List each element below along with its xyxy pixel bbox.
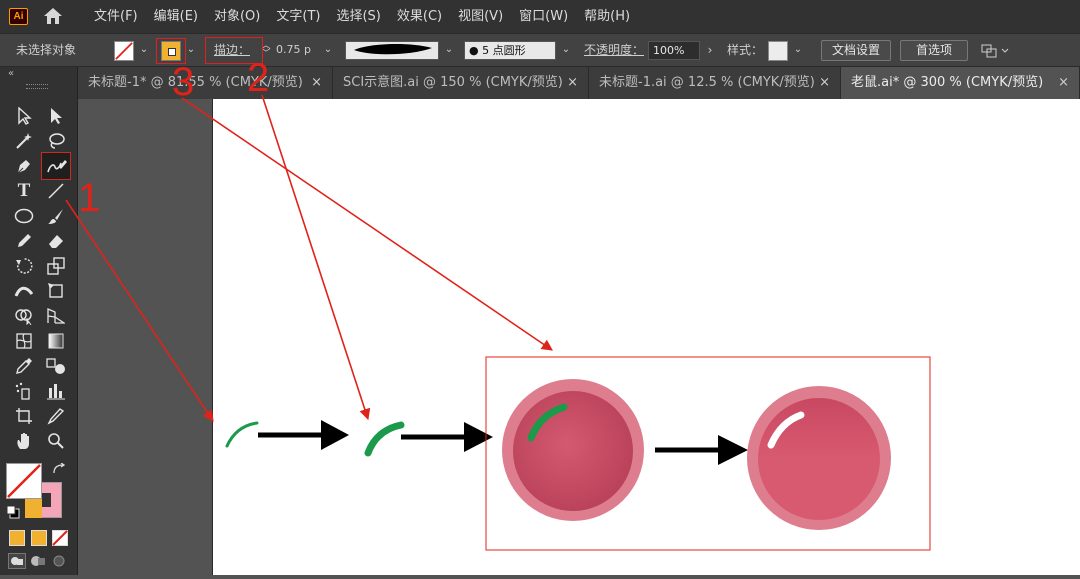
draw-behind-icon[interactable]	[29, 553, 47, 569]
graphic-style-swatch[interactable]	[768, 41, 788, 61]
fill-swatch[interactable]	[114, 41, 134, 61]
close-icon[interactable]: ×	[311, 67, 322, 99]
preferences-button[interactable]: 首选项	[900, 40, 968, 61]
control-bar: 未选择对象 ⌄ ⌄ 描边： ︿ ﹀ 0.75 p ⌄ ⌄ ● 5 点圆形 ⌄ 不透…	[0, 33, 1080, 67]
illustration	[225, 356, 931, 551]
color-mode-button[interactable]	[9, 530, 25, 546]
draw-inside-icon[interactable]	[50, 553, 68, 569]
column-graph-tool-icon[interactable]	[44, 380, 68, 402]
annotation-number-3: 3	[172, 60, 195, 104]
tab-label: 未标题-1* @ 81.55 % (CMYK/预览)	[88, 75, 303, 90]
tab-label: 未标题-1.ai @ 12.5 % (CMYK/预览)	[599, 75, 815, 90]
menu-type[interactable]: 文字(T)	[268, 0, 328, 33]
close-icon[interactable]: ×	[567, 67, 578, 99]
width-tool-icon[interactable]	[12, 280, 36, 302]
tab-untitled-1-modified[interactable]: 未标题-1* @ 81.55 % (CMYK/预览) ×	[78, 67, 333, 99]
tab-untitled-1-ai[interactable]: 未标题-1.ai @ 12.5 % (CMYK/预览) ×	[589, 67, 841, 99]
tab-mouse-ai[interactable]: 老鼠.ai* @ 300 % (CMYK/预览) ×	[841, 67, 1080, 99]
eyedropper-tool-icon[interactable]	[12, 355, 36, 377]
lasso-tool-icon[interactable]	[44, 130, 68, 152]
thin-green-stroke	[225, 421, 259, 448]
symbol-sprayer-tool-icon[interactable]	[12, 380, 36, 402]
brush-chevron-icon[interactable]: ⌄	[560, 42, 572, 58]
rotate-tool-icon[interactable]	[12, 255, 36, 277]
tab-label: SCI示意图.ai @ 150 % (CMYK/预览)	[343, 75, 563, 90]
close-icon[interactable]: ×	[1058, 67, 1069, 99]
scale-tool-icon[interactable]	[44, 255, 68, 277]
menu-bar: Ai 文件(F) 编辑(E) 对象(O) 文字(T) 选择(S) 效果(C) 视…	[0, 0, 1080, 33]
collapse-panel-icon[interactable]: «	[8, 68, 14, 79]
document-setup-button[interactable]: 文档设置	[821, 40, 891, 61]
pen-tool-icon[interactable]	[12, 155, 36, 177]
menu-view[interactable]: 视图(V)	[450, 0, 511, 33]
fill-dropdown-chevron-icon[interactable]: ⌄	[138, 42, 150, 58]
thick-green-stroke	[364, 421, 405, 457]
menu-edit[interactable]: 编辑(E)	[146, 0, 206, 33]
fill-color-box[interactable]	[6, 463, 42, 499]
selection-tool-icon[interactable]	[12, 105, 36, 127]
mesh-tool-icon[interactable]	[12, 330, 36, 352]
profile-chevron-icon[interactable]: ⌄	[443, 42, 455, 58]
free-transform-tool-icon[interactable]	[44, 280, 68, 302]
menu-help[interactable]: 帮助(H)	[576, 0, 638, 33]
opacity-label[interactable]: 不透明度：	[584, 34, 644, 66]
opacity-input[interactable]: 100%	[648, 41, 700, 60]
pencil-tool-icon[interactable]	[12, 230, 36, 252]
blob-brush-tool-icon[interactable]	[41, 152, 71, 180]
fill-orange-indicator	[25, 499, 42, 518]
menu-file[interactable]: 文件(F)	[86, 0, 146, 33]
line-tool-icon[interactable]	[44, 180, 68, 202]
stroke-weight-value[interactable]: 0.75 p	[276, 34, 311, 66]
artboard[interactable]	[212, 99, 1080, 575]
arrow-3	[655, 435, 748, 465]
none-mode-button[interactable]	[52, 530, 68, 546]
tab-label: 老鼠.ai* @ 300 % (CMYK/预览)	[851, 75, 1044, 90]
arrow-1	[258, 420, 349, 450]
opacity-arrow-icon[interactable]: ›	[704, 42, 716, 58]
ellipse-tool-icon[interactable]	[12, 205, 36, 227]
stroke-weight-chevron-icon[interactable]: ⌄	[322, 42, 334, 58]
gradient-mode-button[interactable]	[31, 530, 47, 546]
menu-object[interactable]: 对象(O)	[206, 0, 268, 33]
perspective-grid-tool-icon[interactable]	[44, 305, 68, 327]
direct-selection-tool-icon[interactable]	[44, 105, 68, 127]
slice-tool-icon[interactable]	[44, 405, 68, 427]
style-label: 样式：	[727, 43, 764, 57]
ball-with-green-highlight	[502, 379, 644, 521]
annotation-number-2: 2	[247, 56, 270, 100]
type-tool-icon[interactable]: T	[12, 180, 36, 202]
panel-grip[interactable]	[26, 84, 48, 89]
paintbrush-tool-icon[interactable]	[44, 205, 68, 227]
stroke-dropdown-chevron-icon[interactable]: ⌄	[185, 42, 197, 58]
hand-tool-icon[interactable]	[12, 430, 36, 452]
magic-wand-tool-icon[interactable]	[12, 130, 36, 152]
gradient-tool-icon[interactable]	[44, 330, 68, 352]
menu-window[interactable]: 窗口(W)	[511, 0, 576, 33]
swap-fill-stroke-icon[interactable]	[52, 463, 66, 477]
canvas-pasteboard	[78, 99, 213, 575]
shape-builder-tool-icon[interactable]	[12, 305, 36, 327]
arrange-documents-icon[interactable]	[980, 42, 1012, 60]
eraser-tool-icon[interactable]	[44, 230, 68, 252]
draw-normal-icon[interactable]	[8, 553, 26, 569]
menu-select[interactable]: 选择(S)	[328, 0, 388, 33]
artboard-tool-icon[interactable]	[12, 405, 36, 427]
zoom-tool-icon[interactable]	[44, 430, 68, 452]
ball-with-white-highlight	[747, 386, 891, 530]
brush-definition[interactable]: ● 5 点圆形	[464, 41, 556, 60]
annotation-number-1: 1	[78, 176, 101, 220]
arrow-2	[401, 422, 493, 452]
default-fill-stroke-icon[interactable]	[6, 505, 20, 519]
home-icon[interactable]	[42, 6, 64, 26]
document-tabs: 未标题-1* @ 81.55 % (CMYK/预览) × SCI示意图.ai @…	[0, 67, 1080, 99]
style-chevron-icon[interactable]: ⌄	[792, 42, 804, 58]
blend-tool-icon[interactable]	[44, 355, 68, 377]
selection-status: 未选择对象	[16, 43, 77, 57]
menu-effect[interactable]: 效果(C)	[389, 0, 450, 33]
app-logo: Ai	[9, 8, 28, 25]
tab-sci-diagram[interactable]: SCI示意图.ai @ 150 % (CMYK/预览) ×	[333, 67, 589, 99]
close-icon[interactable]: ×	[819, 67, 830, 99]
variable-width-profile[interactable]	[345, 41, 439, 60]
